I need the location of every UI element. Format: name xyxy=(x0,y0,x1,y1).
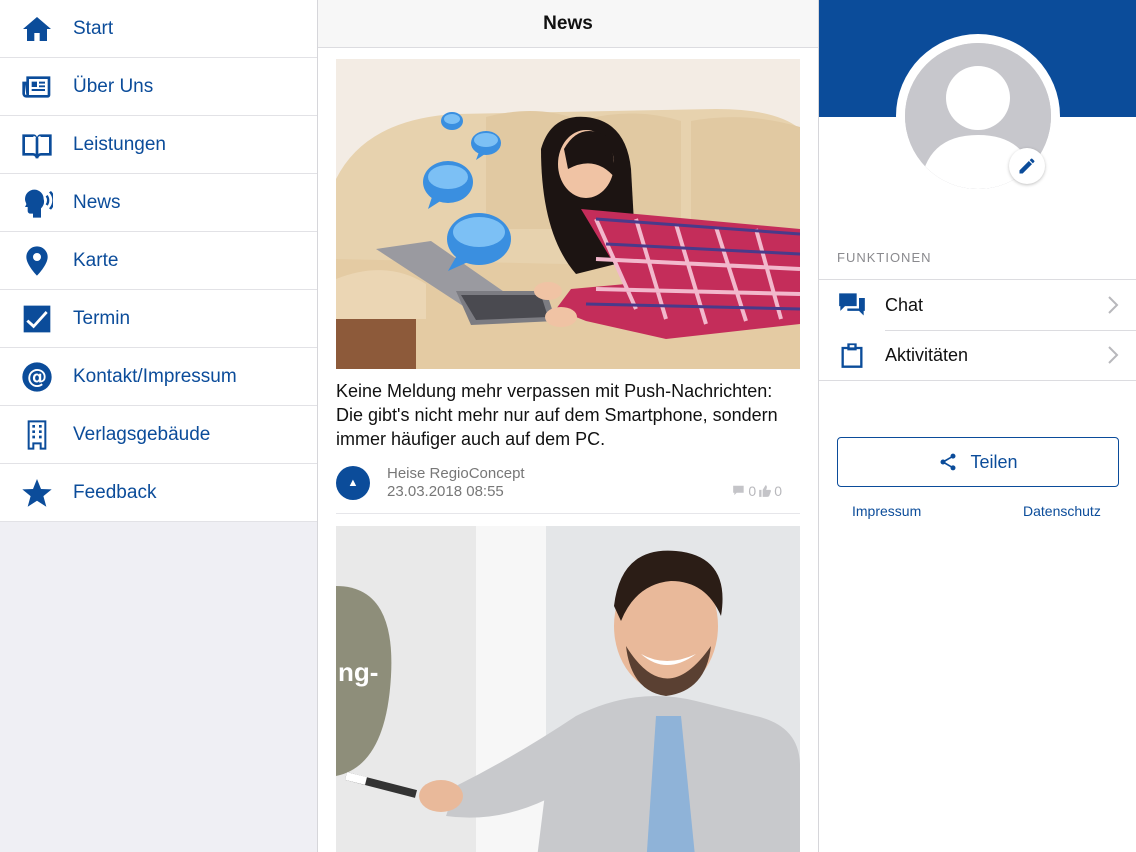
function-item-aktivitaeten[interactable]: Aktivitäten xyxy=(819,330,1136,380)
sidebar-item-label: Feedback xyxy=(73,481,157,503)
svg-text:@: @ xyxy=(27,364,47,388)
board-text: ng- xyxy=(338,657,378,687)
sidebar-item-kontakt[interactable]: @ Kontakt/Impressum xyxy=(0,348,317,406)
sidebar-item-label: Termin xyxy=(73,307,131,329)
chevron-right-icon xyxy=(1108,296,1119,314)
sidebar-item-karte[interactable]: Karte xyxy=(0,232,317,290)
sidebar-item-label: Verlagsgebäude xyxy=(73,423,211,445)
speaking-head-icon xyxy=(0,187,73,219)
map-pin-icon xyxy=(0,245,73,277)
pencil-icon xyxy=(1019,158,1035,174)
source-logo: ▲ xyxy=(336,466,370,500)
article-image[interactable] xyxy=(336,59,800,369)
share-icon xyxy=(940,453,956,471)
sidebar-item-verlagsgebaeude[interactable]: Verlagsgebäude xyxy=(0,406,317,464)
star-icon xyxy=(0,477,73,509)
comment-count: 0 xyxy=(748,483,757,499)
checkbox-icon xyxy=(0,303,73,335)
at-sign-icon: @ xyxy=(0,361,73,393)
sidebar-item-ueber-uns[interactable]: Über Uns xyxy=(0,58,317,116)
article-meta: ▲ Heise RegioConcept 23.03.2018 08:55 0 … xyxy=(336,463,800,503)
news-article[interactable]: Keine Meldung mehr verpassen mit Push-Na… xyxy=(336,59,800,514)
functions-section-label: FUNKTIONEN xyxy=(837,250,932,265)
article-source: Heise RegioConcept xyxy=(387,465,525,482)
news-feed[interactable]: News Keine Meldung mehr verpassen mit Pu… xyxy=(318,0,818,852)
page-title: News xyxy=(543,12,593,34)
sidebar-item-label: Start xyxy=(73,17,114,39)
sidebar-item-start[interactable]: Start xyxy=(0,0,317,58)
building-icon xyxy=(0,419,73,451)
article-image[interactable]: ng- xyxy=(336,526,800,852)
sidebar-item-termin[interactable]: Termin xyxy=(0,290,317,348)
function-label: Aktivitäten xyxy=(885,344,969,365)
profile-panel: FUNKTIONEN Chat Aktivitäten Teilen Impre xyxy=(818,0,1136,852)
sidebar-item-label: Karte xyxy=(73,249,119,271)
sidebar-menu: Start Über Uns Leistungen News Karte Ter… xyxy=(0,0,317,522)
chat-icon xyxy=(819,291,885,319)
function-label: Chat xyxy=(885,294,924,315)
thumbs-up-icon xyxy=(759,485,772,497)
share-label: Teilen xyxy=(970,451,1018,472)
sidebar-item-label: Leistungen xyxy=(73,133,166,155)
sidebar-item-label: Über Uns xyxy=(73,75,154,97)
article-headline[interactable]: Keine Meldung mehr verpassen mit Push-Na… xyxy=(336,379,800,451)
article-divider xyxy=(336,513,800,514)
article-counters: 0 0 xyxy=(732,483,782,499)
article-date: 23.03.2018 08:55 xyxy=(387,483,504,500)
sidebar-item-news[interactable]: News xyxy=(0,174,317,232)
home-icon xyxy=(0,13,73,45)
chevron-right-icon xyxy=(1108,346,1119,364)
edit-avatar-button[interactable] xyxy=(1009,148,1045,184)
app-window: Start Über Uns Leistungen News Karte Ter… xyxy=(0,0,1136,852)
impressum-link[interactable]: Impressum xyxy=(852,503,921,519)
sidebar-item-label: News xyxy=(73,191,121,213)
functions-list: Chat Aktivitäten xyxy=(819,279,1136,381)
feed-header: News xyxy=(318,0,818,48)
datenschutz-link[interactable]: Datenschutz xyxy=(1023,503,1101,519)
newspaper-icon xyxy=(0,71,73,103)
news-article[interactable]: ng- xyxy=(336,526,800,852)
share-button[interactable]: Teilen xyxy=(837,437,1119,487)
comment-icon xyxy=(733,485,745,496)
sidebar-item-feedback[interactable]: Feedback xyxy=(0,464,317,522)
sidebar: Start Über Uns Leistungen News Karte Ter… xyxy=(0,0,318,852)
like-count: 0 xyxy=(774,483,782,499)
book-icon xyxy=(0,129,73,161)
clipboard-icon xyxy=(819,341,885,369)
sidebar-item-leistungen[interactable]: Leistungen xyxy=(0,116,317,174)
sidebar-item-label: Kontakt/Impressum xyxy=(73,365,237,387)
function-item-chat[interactable]: Chat xyxy=(819,280,1136,330)
